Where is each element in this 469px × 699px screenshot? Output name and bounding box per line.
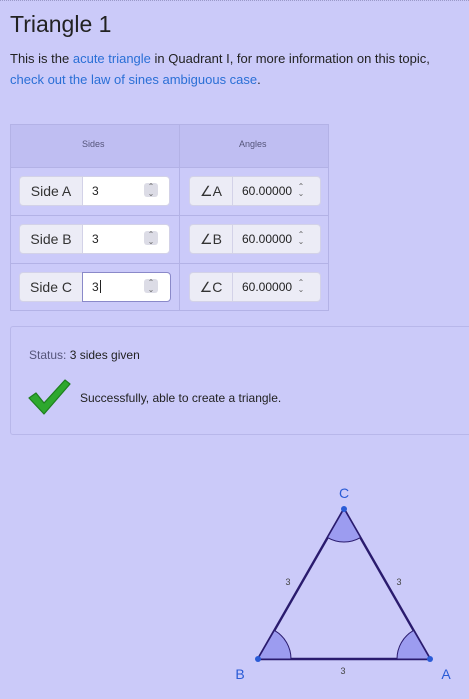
status-label: Status: [29,348,67,362]
intro-text-3: . [257,72,261,87]
side-c-label: Side C [19,272,83,302]
sides-header: Sides [82,139,105,149]
side-b-group: Side B 3 ⌃ ⌄ [19,224,170,254]
side-b-label: Side B [19,224,83,254]
status-line: Status: 3 sides given [29,348,140,362]
law-of-sines-link[interactable]: check out the law of sines ambiguous cas… [10,72,257,87]
side-c-stepper-icon[interactable]: ⌃ ⌄ [144,279,158,294]
angle-c-group: ∠C 60.00000 ⌃ ⌄ [189,272,321,302]
row-divider [11,215,328,216]
success-message: Successfully, able to create a triangle. [80,391,282,405]
angle-a-arc [396,629,431,660]
vertex-b-label: B [235,666,244,682]
side-a-group: Side A 3 ⌃ ⌄ [19,176,170,206]
side-a-label: Side A [19,176,83,206]
vertex-b-point [255,656,261,662]
side-c-group: Side C 3 ⌃ ⌄ [19,272,171,302]
intro-paragraph: This is the acute triangle in Quadrant I… [10,48,450,90]
acute-triangle-link[interactable]: acute triangle [73,51,151,66]
row-divider [11,263,328,264]
intro-text-1: This is the [10,51,73,66]
side-ab-length-label: 3 [340,666,345,676]
angle-a-value: 60.00000 [242,184,293,198]
angle-c-value: 60.00000 [242,280,293,294]
vertex-c-label: C [339,485,349,501]
angle-a-stepper-icon[interactable]: ⌃ ⌄ [294,183,308,198]
triangle-input-table: Sides Angles Side A 3 ⌃ ⌄ ∠A 60.00000 ⌃ ⌄ … [10,124,329,311]
side-a-stepper-icon[interactable]: ⌃ ⌄ [144,183,158,198]
vertex-a-label: A [441,666,451,682]
angle-b-arc [257,629,292,660]
checkmark-icon [28,379,71,415]
intro-text-2: in Quadrant I, for more information on t… [150,51,430,66]
angle-b-group: ∠B 60.00000 ⌃ ⌄ [189,224,321,254]
column-divider [179,125,180,310]
side-a-value: 3 [92,184,99,198]
angle-c-stepper-icon[interactable]: ⌃ ⌄ [294,279,308,294]
text-caret [99,280,101,293]
angle-c-arc [326,507,362,543]
vertex-c-point [341,506,347,512]
table-header: Sides Angles [11,125,328,168]
top-divider [0,0,469,1]
angle-b-value: 60.00000 [242,232,293,246]
page-title: Triangle 1 [10,11,112,37]
status-panel: Status: 3 sides given Successfully, able… [10,326,469,435]
angle-c-label: ∠C [189,272,233,302]
side-b-value: 3 [92,232,99,246]
status-value: 3 sides given [69,348,140,362]
side-c-value: 3 [92,280,99,294]
side-bc-length-label: 3 [285,577,290,587]
angle-a-group: ∠A 60.00000 ⌃ ⌄ [189,176,321,206]
side-ca-length-label: 3 [396,577,401,587]
angles-header: Angles [239,139,267,149]
angle-b-label: ∠B [189,224,233,254]
side-b-stepper-icon[interactable]: ⌃ ⌄ [144,231,158,246]
angle-a-label: ∠A [189,176,233,206]
triangle-diagram: C B A 3 3 3 [235,485,451,682]
angle-b-stepper-icon[interactable]: ⌃ ⌄ [294,231,308,246]
vertex-a-point [427,656,433,662]
